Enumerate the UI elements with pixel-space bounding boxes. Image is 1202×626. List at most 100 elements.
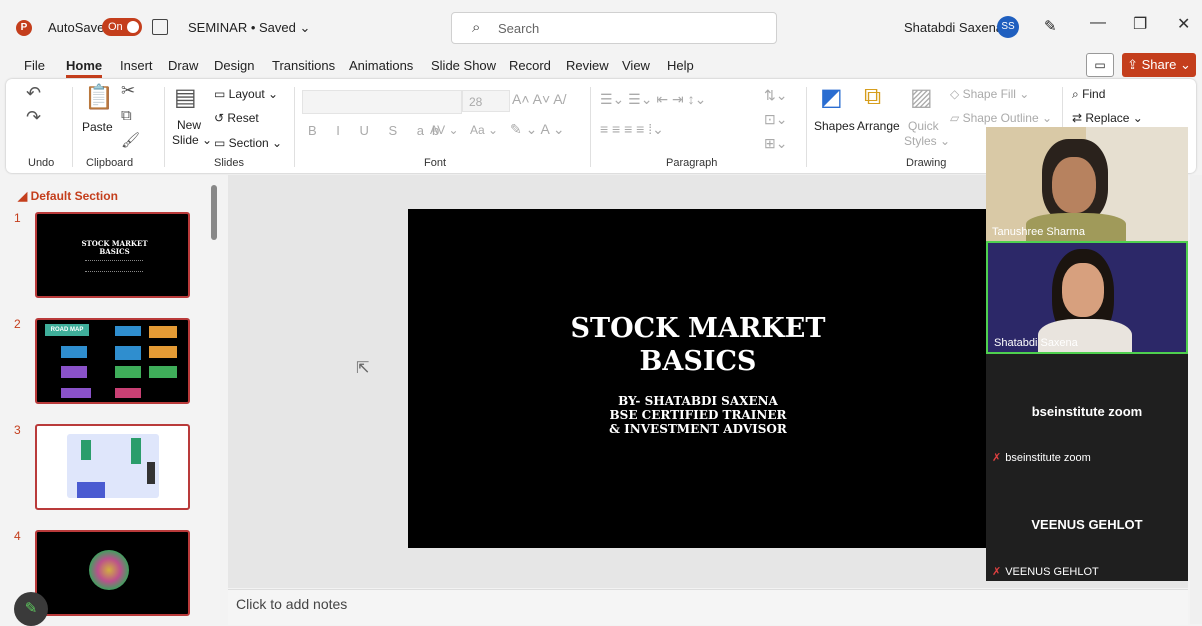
font-style-buttons[interactable]: B I U S ab — [308, 123, 447, 138]
align-text-icon[interactable]: ⊡⌄ — [764, 111, 787, 128]
notes-pane[interactable]: Click to add notes — [228, 589, 1188, 625]
slide-subtitle[interactable]: BY- SHATABDI SAXENA BSE CERTIFIED TRAINE… — [408, 394, 988, 436]
slide-subtitle-line-1: BY- SHATABDI SAXENA — [618, 394, 778, 408]
shape-fill-button[interactable]: ◇ Shape Fill ⌄ — [950, 87, 1029, 101]
slide-title-line-1: STOCK MARKET — [570, 313, 826, 344]
edit-pen-icon[interactable]: ✎ — [14, 592, 48, 626]
section-button[interactable]: ▭ Section ⌄ — [214, 136, 282, 150]
search-icon: ⌕ — [472, 19, 481, 36]
participant-display-name: bseinstitute zoom — [1031, 404, 1143, 419]
menu-draw[interactable]: Draw — [168, 58, 198, 73]
slide-number: 2 — [14, 317, 21, 331]
new-slide-label-1[interactable]: New — [177, 118, 201, 132]
new-slide-icon[interactable]: ▤ — [174, 83, 197, 112]
bullets-icon[interactable]: ☰⌄ ☰⌄ ⇤ ⇥ ↕⌄ — [600, 91, 706, 108]
quick-styles-label-2[interactable]: Styles ⌄ — [904, 134, 950, 148]
shape-outline-button[interactable]: ▱ Shape Outline ⌄ — [950, 111, 1052, 125]
layout-button[interactable]: ▭ Layout ⌄ — [214, 87, 278, 101]
new-slide-label-2[interactable]: Slide ⌄ — [172, 133, 212, 147]
minimize-icon[interactable]: — — [1090, 14, 1106, 32]
comments-button[interactable]: ▭ — [1086, 53, 1114, 77]
undo-icon[interactable]: ↶ — [26, 83, 41, 104]
menu-slide-show[interactable]: Slide Show — [431, 58, 496, 73]
video-tile-tanushree[interactable]: Tanushree Sharma — [986, 127, 1188, 241]
video-tile-shatabdi[interactable]: Shatabdi Saxena — [986, 241, 1188, 354]
main-scrollbar[interactable] — [1190, 175, 1202, 624]
avatar[interactable]: SS — [997, 16, 1019, 38]
section-header[interactable]: ◢ Default Section — [18, 189, 118, 203]
search-box[interactable]: ⌕ Search — [451, 12, 777, 44]
group-label-slides: Slides — [214, 157, 244, 169]
user-name[interactable]: Shatabdi Saxena — [904, 20, 1003, 35]
participant-label: ✗ bseinstitute zoom — [992, 452, 1091, 464]
video-tile-veenus[interactable]: VEENUS GEHLOT ✗ VEENUS GEHLOT — [986, 467, 1188, 581]
restore-icon[interactable]: ❐ — [1133, 14, 1147, 34]
change-case-button[interactable]: Aa ⌄ — [470, 123, 498, 137]
reset-button[interactable]: ↺ Reset — [214, 111, 259, 125]
slide-number: 4 — [14, 529, 21, 543]
title-bar: P AutoSave On SEMINAR • Saved ⌄ ⌕ Search… — [0, 0, 1202, 54]
save-icon[interactable] — [152, 19, 168, 35]
menu-record[interactable]: Record — [509, 58, 551, 73]
video-tile-bseinstitute[interactable]: bseinstitute zoom ✗ bseinstitute zoom — [986, 354, 1188, 467]
menu-bar: File Home Insert Draw Design Transitions… — [0, 54, 1202, 78]
grow-font-icon[interactable]: A˄ A˅ A/ — [512, 91, 567, 107]
menu-animations[interactable]: Animations — [349, 58, 413, 73]
shapes-icon[interactable]: ◩ — [820, 83, 843, 112]
quick-styles-label-1[interactable]: Quick — [908, 119, 939, 133]
spacing-button[interactable]: AV ⌄ — [430, 123, 459, 137]
autosave-state: On — [108, 21, 123, 33]
group-label-paragraph: Paragraph — [666, 157, 718, 169]
autosave-toggle[interactable]: On — [102, 18, 142, 36]
document-title[interactable]: SEMINAR • Saved ⌄ — [188, 20, 310, 36]
slide-thumbnail-3[interactable] — [35, 424, 190, 510]
group-label-undo: Undo — [28, 157, 55, 169]
copy-icon[interactable]: ⧉ — [121, 107, 132, 124]
slide-title[interactable]: STOCK MARKET BASICS — [408, 312, 988, 378]
participant-name: Tanushree Sharma — [992, 226, 1085, 238]
share-label: Share — [1141, 57, 1177, 72]
slide-thumbnail-4[interactable] — [35, 530, 190, 616]
group-label-clipboard: Clipboard — [86, 157, 134, 169]
search-placeholder: Search — [498, 21, 540, 36]
menu-home[interactable]: Home — [66, 58, 103, 78]
current-slide[interactable]: STOCK MARKET BASICS BY- SHATABDI SAXENA … — [408, 209, 988, 548]
format-painter-icon[interactable]: 🖌 — [121, 131, 140, 149]
arrange-icon[interactable]: ⧉ — [864, 83, 881, 111]
shapes-button[interactable]: Shapes — [814, 119, 855, 133]
font-name-field[interactable] — [302, 90, 462, 114]
menu-review[interactable]: Review — [566, 58, 609, 73]
slide-number: 1 — [14, 211, 21, 225]
menu-view[interactable]: View — [622, 58, 650, 73]
autosave-label: AutoSave — [48, 20, 105, 35]
menu-insert[interactable]: Insert — [120, 58, 153, 73]
slides-pane-scrollbar[interactable] — [211, 185, 217, 240]
menu-transitions[interactable]: Transitions — [272, 58, 335, 73]
slide-thumbnail-1[interactable]: STOCK MARKET BASICS — [35, 212, 190, 298]
muted-mic-icon: ✗ — [992, 566, 1002, 578]
arrange-button[interactable]: Arrange — [857, 119, 900, 133]
slide-number: 3 — [14, 423, 21, 437]
slide-thumbnail-2[interactable]: ROAD MAP — [35, 318, 190, 404]
group-label-drawing: Drawing — [906, 157, 947, 169]
menu-help[interactable]: Help — [667, 58, 694, 73]
find-button[interactable]: ⌕ Find — [1072, 87, 1105, 102]
share-button[interactable]: ⇪ Share ⌄ — [1122, 53, 1196, 77]
highlight-icon[interactable]: ✎ ⌄ A ⌄ — [510, 121, 565, 138]
align-icon[interactable]: ≡ ≡ ≡ ≡ ⁞⌄ — [600, 121, 664, 138]
paste-button[interactable]: Paste — [82, 120, 113, 134]
redo-icon[interactable]: ↷ — [26, 107, 41, 128]
smartart-icon[interactable]: ⊞⌄ — [764, 135, 787, 152]
replace-button[interactable]: ⇄ Replace ⌄ — [1072, 111, 1143, 125]
text-direction-icon[interactable]: ⇅⌄ — [764, 87, 787, 104]
designer-pen-icon[interactable]: ✎ — [1044, 17, 1057, 35]
participant-label: ✗ VEENUS GEHLOT — [992, 566, 1099, 578]
close-icon[interactable]: ✕ — [1177, 14, 1190, 34]
font-size-field[interactable]: 28 — [462, 90, 510, 112]
thumbnail-title: ROAD MAP — [45, 324, 89, 336]
menu-design[interactable]: Design — [214, 58, 254, 73]
quick-styles-icon[interactable]: ▨ — [910, 83, 933, 112]
menu-file[interactable]: File — [24, 58, 45, 73]
cut-icon[interactable]: ✂ — [121, 81, 135, 101]
paste-icon[interactable]: 📋 — [84, 83, 114, 112]
